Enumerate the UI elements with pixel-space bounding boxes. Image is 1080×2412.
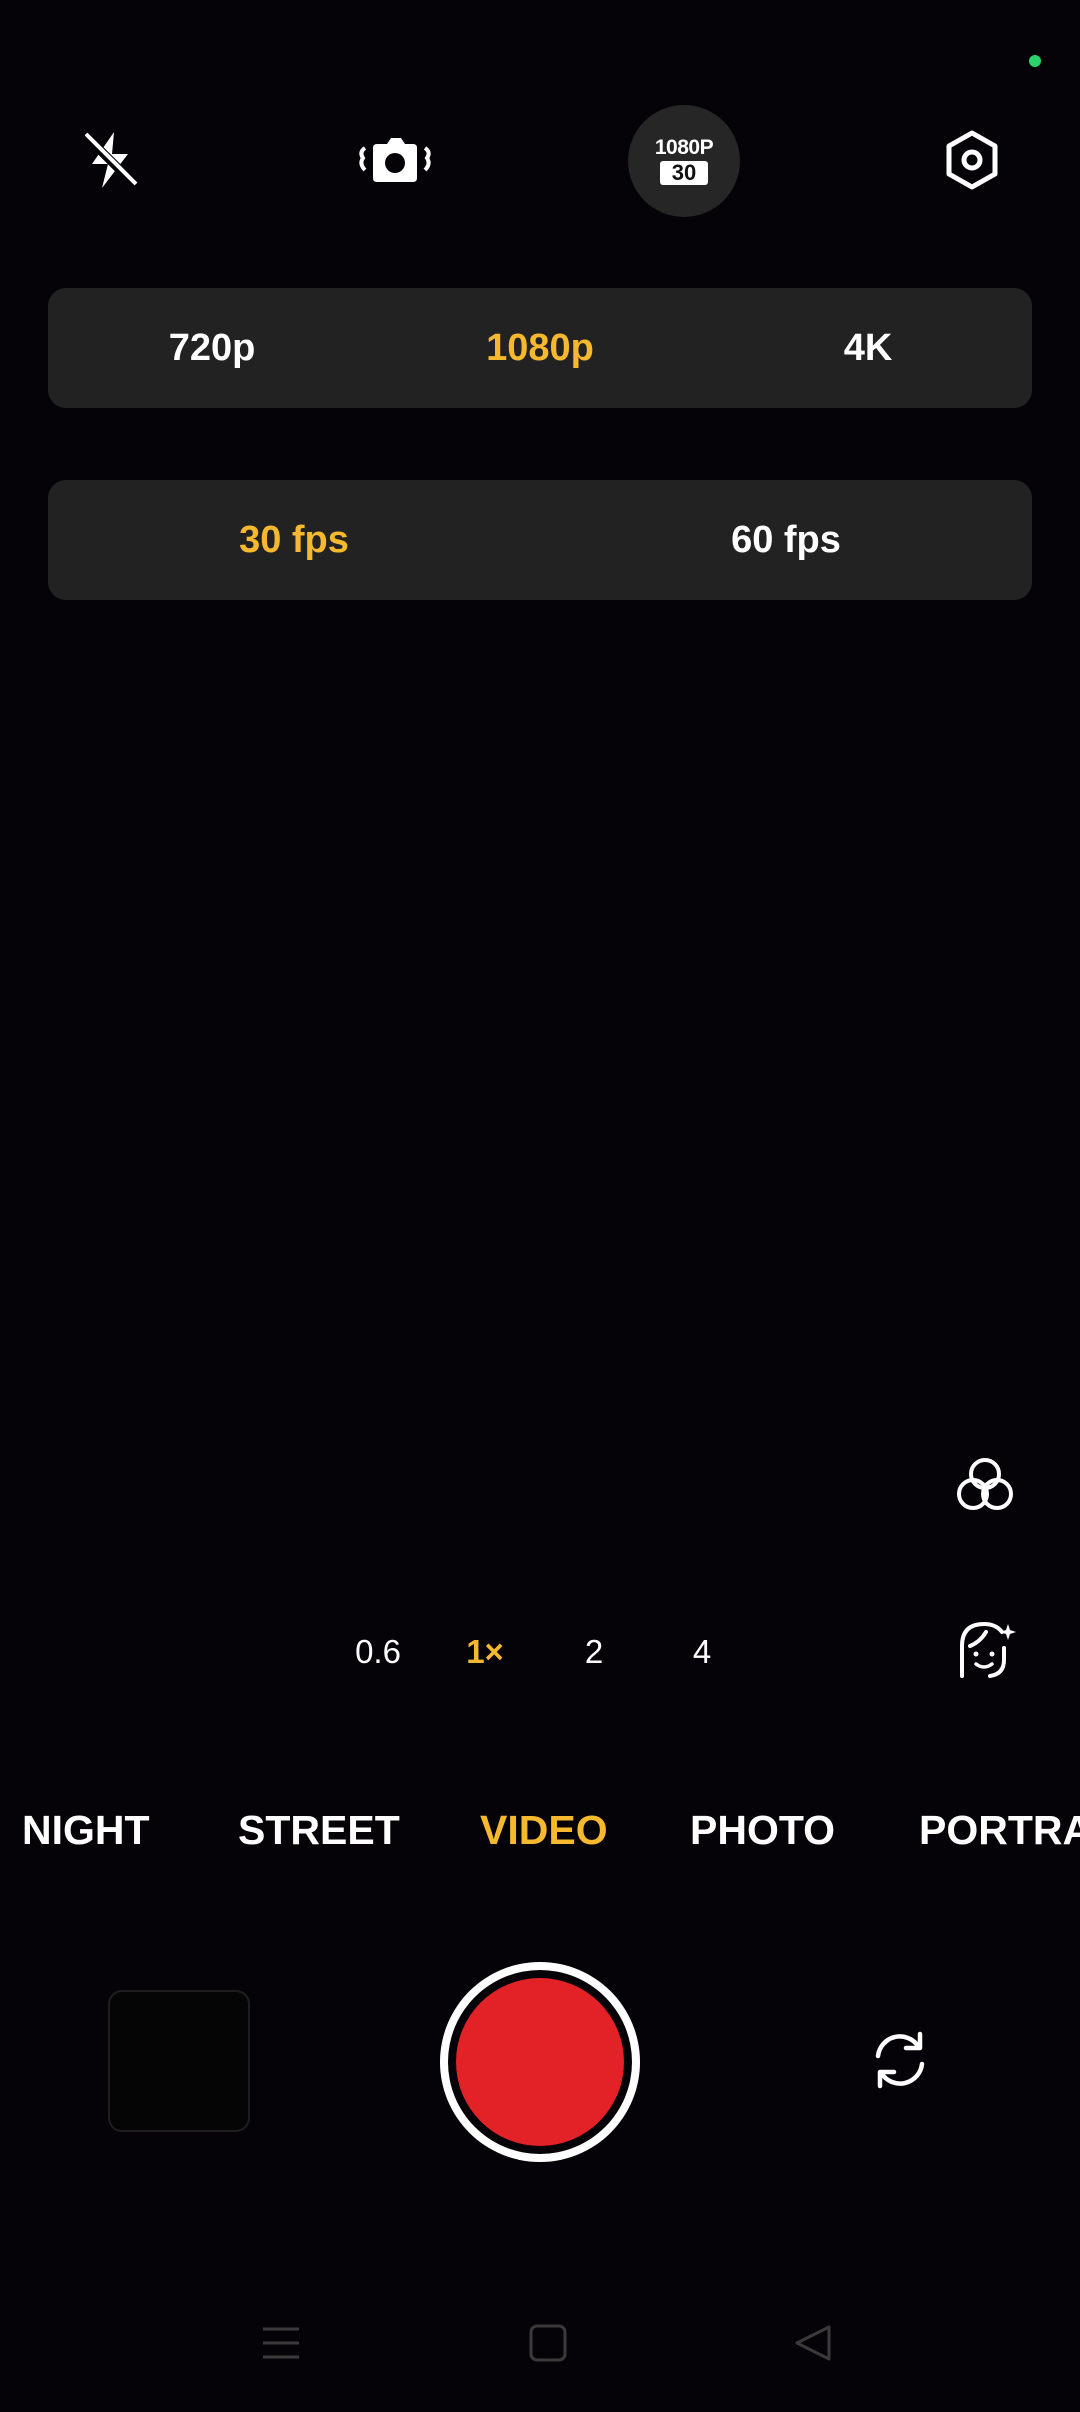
mode-video[interactable]: VIDEO [480, 1800, 608, 1860]
resolution-option-720p[interactable]: 720p [48, 327, 376, 370]
settings-button[interactable] [917, 105, 1027, 215]
badge-resolution: 1080P [654, 136, 714, 159]
video-quality-badge[interactable]: 1080P 30 [628, 105, 740, 217]
gear-icon [942, 130, 1002, 190]
switch-camera-button[interactable] [850, 2012, 950, 2112]
zoom-level-0-6[interactable]: 0.6 [333, 1622, 423, 1682]
filter-button[interactable] [935, 1438, 1035, 1538]
mode-night[interactable]: NIGHT [22, 1800, 150, 1860]
frame-rate-selector: 30 fps 60 fps [48, 480, 1032, 600]
zoom-selector: 0.6 1× 2 4 [0, 1622, 1080, 1682]
camera-mode-carousel: NIGHT STREET VIDEO PHOTO PORTRA [0, 1800, 1080, 1860]
record-button[interactable] [440, 1962, 640, 2162]
resolution-option-1080p[interactable]: 1080p [376, 327, 704, 370]
zoom-level-2[interactable]: 2 [549, 1622, 639, 1682]
mode-portrait[interactable]: PORTRA [919, 1800, 1080, 1860]
recents-menu-icon [261, 2323, 301, 2368]
privacy-indicator-dot [1029, 55, 1041, 67]
record-button-core [456, 1978, 624, 2146]
back-button[interactable] [768, 2300, 858, 2390]
badge-frame-rate: 30 [659, 161, 709, 185]
home-square-icon [528, 2323, 568, 2368]
zoom-level-4[interactable]: 4 [657, 1622, 747, 1682]
switch-camera-icon [868, 2028, 932, 2097]
mode-photo[interactable]: PHOTO [690, 1800, 835, 1860]
resolution-option-4k[interactable]: 4K [704, 327, 1032, 370]
recents-button[interactable] [236, 2300, 326, 2390]
mode-street[interactable]: STREET [238, 1800, 400, 1860]
record-button-ring [448, 1970, 632, 2154]
fps-option-60[interactable]: 60 fps [540, 519, 1032, 562]
zoom-level-1x[interactable]: 1× [440, 1622, 530, 1682]
stabilization-icon [355, 130, 435, 190]
system-navigation-bar [0, 2300, 1080, 2390]
flash-button[interactable] [55, 105, 165, 215]
resolution-selector: 720p 1080p 4K [48, 288, 1032, 408]
stabilization-button[interactable] [340, 105, 450, 215]
top-toolbar: 1080P 30 [0, 105, 1080, 220]
filter-circles-icon [953, 1454, 1017, 1523]
home-button[interactable] [503, 2300, 593, 2390]
gallery-thumbnail[interactable] [108, 1990, 250, 2132]
fps-option-30[interactable]: 30 fps [48, 519, 540, 562]
back-triangle-icon [793, 2323, 833, 2368]
flash-off-icon [78, 128, 142, 192]
